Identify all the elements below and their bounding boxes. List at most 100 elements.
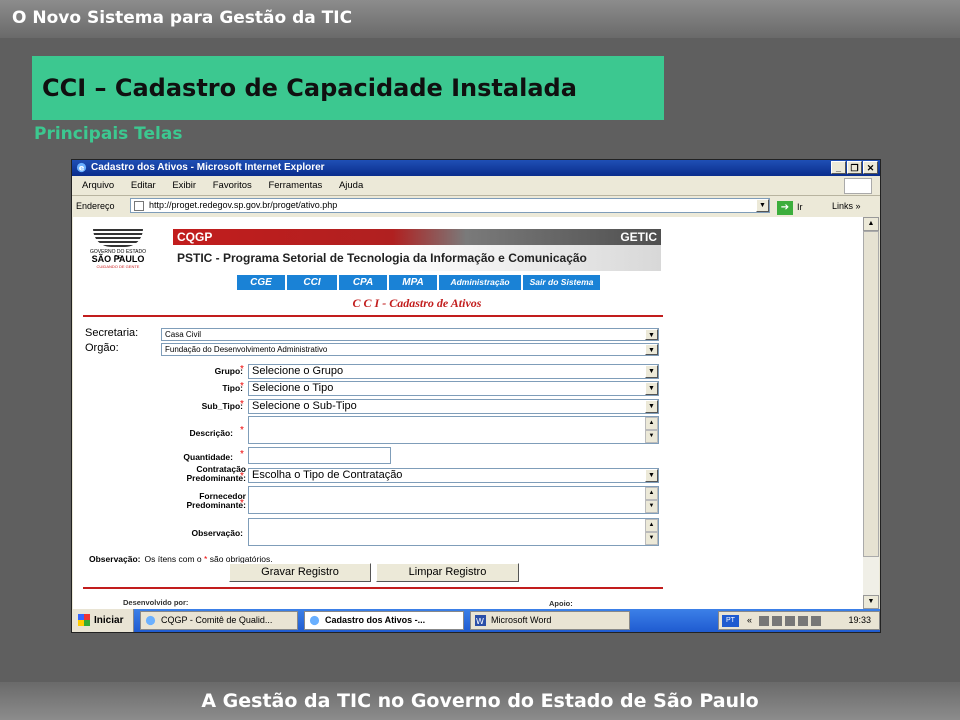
fornecedor-textarea[interactable]: ▲ ▼ — [248, 486, 659, 514]
scroll-down-icon[interactable]: ▼ — [863, 595, 879, 609]
tipo-value: Selecione o Tipo — [252, 382, 334, 394]
contratacao-label: Contratação Predominante: — [143, 465, 246, 483]
save-button[interactable]: Gravar Registro — [229, 563, 371, 582]
quantidade-input[interactable] — [248, 447, 391, 464]
coat-of-arms-icon — [93, 229, 143, 247]
tab-cpa[interactable]: CPA — [339, 275, 387, 290]
tipo-select[interactable]: Selecione o Tipo ▼ — [248, 381, 659, 396]
tab-sair[interactable]: Sair do Sistema — [523, 275, 600, 290]
chevron-down-icon: ▼ — [645, 382, 658, 395]
task-cqgp[interactable]: CQGP - Comitê de Qualid... — [140, 611, 298, 630]
band-right-text: GETIC — [620, 230, 657, 244]
restore-button[interactable]: ❐ — [847, 161, 862, 174]
address-bar: Endereço http://proget.redegov.sp.gov.br… — [72, 196, 880, 216]
required-mark: * — [240, 449, 244, 460]
tab-mpa[interactable]: MPA — [389, 275, 437, 290]
menu-arquivo[interactable]: Arquivo — [82, 180, 114, 191]
grupo-select[interactable]: Selecione o Grupo ▼ — [248, 364, 659, 379]
svg-text:e: e — [79, 162, 85, 172]
page-icon — [134, 201, 144, 211]
minimize-button[interactable]: _ — [831, 161, 846, 174]
subtipo-select[interactable]: Selecione o Sub-Tipo ▼ — [248, 399, 659, 414]
ie-icon — [145, 615, 156, 626]
tray-icon[interactable] — [785, 616, 795, 626]
required-mark: * — [240, 381, 244, 392]
links-button[interactable]: Links » — [832, 196, 861, 216]
note-label: Observação: — [89, 554, 141, 564]
required-mark: * — [240, 471, 244, 482]
note-text-a: Os ítens com o — [144, 554, 202, 564]
observacao-textarea[interactable]: ▲ ▼ — [248, 518, 659, 546]
scroll-down-icon[interactable]: ▼ — [645, 430, 658, 443]
grupo-label: Grupo: — [214, 366, 243, 376]
links-label: Links — [832, 201, 854, 211]
required-mark: * — [240, 425, 244, 436]
logo-line3: CUIDANDO DE GENTE — [96, 264, 140, 269]
scroll-down-icon[interactable]: ▼ — [645, 500, 658, 513]
address-label: Endereço — [76, 201, 115, 211]
logo-line2: SÃO PAULO — [91, 254, 145, 264]
start-button[interactable]: Iniciar — [72, 609, 134, 632]
tray-icon[interactable] — [772, 616, 782, 626]
grupo-value: Selecione o Grupo — [252, 365, 344, 377]
address-input[interactable]: http://proget.redegov.sp.gov.br/proget/a… — [130, 198, 770, 213]
vertical-scrollbar[interactable]: ▲ ▼ — [863, 217, 879, 609]
clear-button[interactable]: Limpar Registro — [376, 563, 519, 582]
slide-footer-bar: A Gestão da TIC no Governo do Estado de … — [0, 682, 960, 720]
contratacao-value: Escolha o Tipo de Contratação — [252, 469, 403, 481]
scroll-up-icon[interactable]: ▲ — [645, 417, 658, 430]
language-indicator[interactable]: PT — [722, 615, 739, 627]
menu-ajuda[interactable]: Ajuda — [339, 180, 363, 191]
address-value: http://proget.redegov.sp.gov.br/proget/a… — [149, 200, 338, 210]
scroll-down-icon[interactable]: ▼ — [645, 532, 658, 545]
slide-footer: A Gestão da TIC no Governo do Estado de … — [201, 690, 759, 712]
tipo-label: Tipo: — [222, 383, 243, 393]
scroll-up-icon[interactable]: ▲ — [645, 487, 658, 500]
tab-administracao[interactable]: Administração — [439, 275, 521, 290]
observacao-label: Observação: — [191, 528, 244, 538]
tray-expand-icon[interactable]: « — [747, 612, 752, 629]
menu-exibir[interactable]: Exibir — [172, 180, 196, 191]
required-mark: * — [240, 399, 244, 410]
go-label: Ir — [797, 202, 803, 212]
menu-bar: Arquivo Editar Exibir Favoritos Ferramen… — [72, 177, 880, 196]
menu-editar[interactable]: Editar — [131, 180, 156, 191]
secretaria-select[interactable]: Casa Civil ▼ — [161, 328, 659, 341]
required-mark: * — [240, 498, 244, 509]
secretaria-label: Secretaria: — [85, 327, 139, 339]
menu-ferramentas[interactable]: Ferramentas — [268, 180, 322, 191]
sao-paulo-logo: GOVERNO DO ESTADO DE SÃO PAULO CUIDANDO … — [87, 229, 149, 269]
scroll-up-icon[interactable]: ▲ — [645, 519, 658, 532]
taskbar: Iniciar CQGP - Comitê de Qualid... Cadas… — [72, 609, 880, 632]
browser-window: e Cadastro dos Ativos - Microsoft Interne… — [71, 159, 881, 633]
tab-cge[interactable]: CGE — [237, 275, 285, 290]
task-word[interactable]: W Microsoft Word — [470, 611, 630, 630]
scroll-thumb[interactable] — [863, 231, 879, 557]
contratacao-select[interactable]: Escolha o Tipo de Contratação ▼ — [248, 468, 659, 483]
note-star: * — [204, 554, 208, 564]
orgao-select[interactable]: Fundação do Desenvolvimento Administrati… — [161, 343, 659, 356]
divider — [83, 315, 663, 317]
scroll-up-icon[interactable]: ▲ — [863, 217, 879, 231]
descricao-textarea[interactable]: ▲ ▼ — [248, 416, 659, 444]
fornecedor-label: Fornecedor Predominante: — [143, 492, 246, 510]
start-label: Iniciar — [94, 615, 124, 626]
address-dropdown-button[interactable]: ▼ — [756, 199, 769, 212]
program-title: PSTIC - Programa Setorial de Tecnologia … — [177, 251, 587, 265]
fornecedor-label-line2: Predominante: — [186, 500, 246, 510]
task-label: Cadastro dos Ativos -... — [325, 615, 426, 625]
slide-header: O Novo Sistema para Gestão da TIC — [12, 8, 353, 28]
close-button[interactable]: ✕ — [863, 161, 878, 174]
divider — [83, 587, 663, 589]
quantidade-label: Quantidade: — [183, 452, 233, 462]
band-left-text: CQGP — [177, 230, 213, 244]
windows-flag-icon — [78, 614, 90, 627]
tray-icon[interactable] — [759, 616, 769, 626]
tab-cci[interactable]: CCI — [287, 275, 337, 290]
go-button[interactable]: ➔ Ir — [777, 197, 803, 217]
contratacao-label-line2: Predominante: — [186, 473, 246, 483]
tray-icon[interactable] — [811, 616, 821, 626]
task-cadastro[interactable]: Cadastro dos Ativos -... — [304, 611, 464, 630]
menu-favoritos[interactable]: Favoritos — [213, 180, 252, 191]
tray-icon[interactable] — [798, 616, 808, 626]
